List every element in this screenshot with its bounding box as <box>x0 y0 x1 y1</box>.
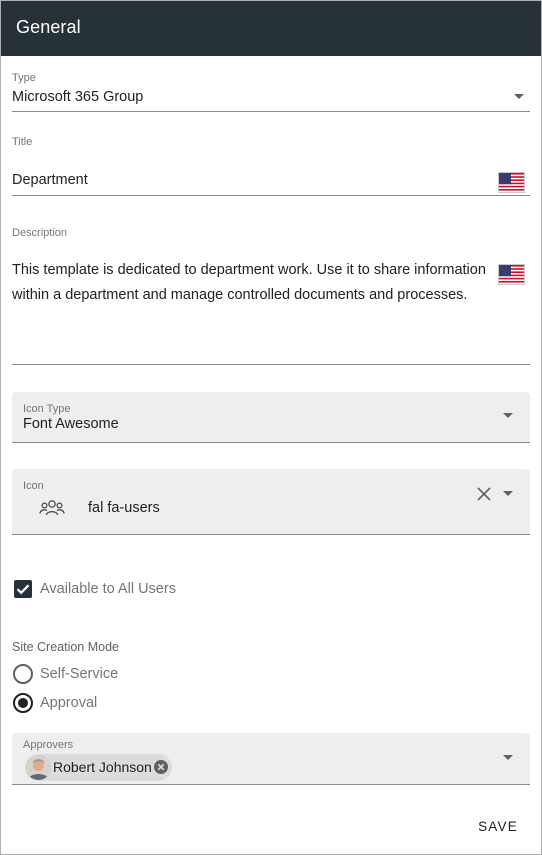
type-label: Type <box>12 72 36 84</box>
panel-header: General <box>1 1 541 56</box>
radio-checked-icon[interactable] <box>13 693 33 713</box>
us-flag-icon[interactable] <box>498 264 525 285</box>
avatar <box>26 755 51 780</box>
description-underline <box>12 364 530 365</box>
approval-label: Approval <box>40 695 98 711</box>
chevron-down-icon[interactable] <box>514 94 524 99</box>
approver-name: Robert Johnson <box>53 759 152 775</box>
checkbox-checked-icon[interactable] <box>14 580 32 598</box>
description-input[interactable]: This template is dedicated to department… <box>12 258 492 308</box>
us-flag-icon[interactable] <box>498 172 525 193</box>
icon-label: Icon <box>23 480 44 492</box>
icon-select[interactable]: Icon fal fa-users <box>12 469 530 535</box>
chevron-down-icon[interactable] <box>503 491 513 496</box>
available-label: Available to All Users <box>40 581 176 597</box>
icon-type-label: Icon Type <box>23 403 71 415</box>
chevron-down-icon[interactable] <box>503 413 513 418</box>
chevron-down-icon[interactable] <box>503 755 513 760</box>
approvers-underline <box>12 784 530 785</box>
description-label: Description <box>12 227 68 239</box>
type-underline <box>12 111 530 112</box>
site-creation-mode-label: Site Creation Mode <box>12 640 120 654</box>
users-icon <box>39 498 65 518</box>
icon-type-value[interactable]: Font Awesome <box>23 416 119 432</box>
approver-chip[interactable]: Robert Johnson <box>25 754 172 781</box>
icon-type-underline <box>12 442 530 443</box>
panel-title: General <box>16 17 81 37</box>
icon-value[interactable]: fal fa-users <box>88 500 160 516</box>
self-service-label: Self-Service <box>40 666 119 682</box>
icon-underline <box>12 534 530 535</box>
type-value[interactable]: Microsoft 365 Group <box>12 89 143 105</box>
radio-unchecked-icon[interactable] <box>13 664 33 684</box>
title-label: Title <box>12 136 33 148</box>
approvers-label: Approvers <box>23 739 74 751</box>
title-input[interactable]: Department <box>12 172 88 188</box>
save-button[interactable]: SAVE <box>472 816 524 838</box>
remove-chip-icon[interactable] <box>154 760 168 774</box>
icon-type-select[interactable]: Icon Type Font Awesome <box>12 392 530 443</box>
title-underline <box>12 195 530 196</box>
clear-icon[interactable] <box>477 487 491 501</box>
